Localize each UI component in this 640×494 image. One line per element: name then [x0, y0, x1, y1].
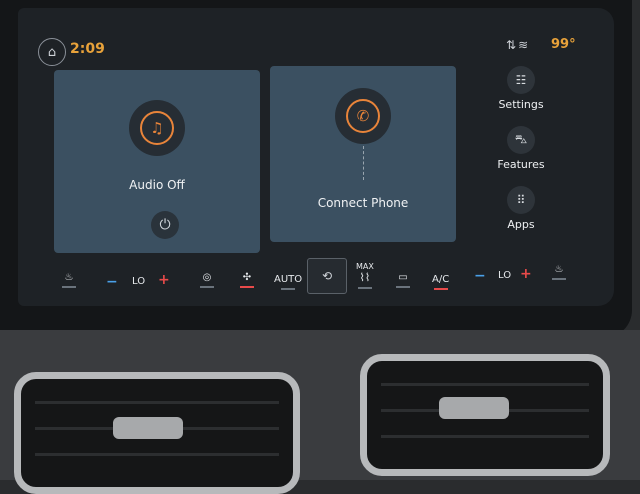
- driver-temp-down-button[interactable]: −: [106, 274, 118, 290]
- driver-temp-up-button[interactable]: +: [158, 272, 170, 288]
- audio-status-label: Audio Off: [129, 178, 185, 192]
- infotainment-screen: ⌂ 2:09 ⇅≋ 99° ♫ Audio Off ⏻ ✆ Connect Ph…: [18, 8, 614, 306]
- apps-label: Apps: [507, 218, 535, 231]
- auto-climate-button[interactable]: AUTO: [274, 274, 302, 290]
- audio-card[interactable]: ♫ Audio Off ⏻: [54, 70, 260, 253]
- car-icon: ⛍: [514, 132, 528, 146]
- power-icon: ⏻: [159, 217, 171, 233]
- phone-card[interactable]: ✆ Connect Phone: [270, 66, 456, 242]
- settings-button[interactable]: ☷ Settings: [481, 66, 561, 111]
- wifi-icon: ≋: [518, 38, 531, 52]
- defrost-icon: ⌇⌇: [359, 271, 371, 284]
- phone-icon: ✆: [356, 107, 370, 125]
- auto-label: AUTO: [274, 274, 303, 285]
- settings-label: Settings: [498, 98, 544, 111]
- connect-phone-label: Connect Phone: [317, 196, 409, 210]
- ac-button[interactable]: A/C: [432, 274, 449, 290]
- rear-defrost-button[interactable]: ▭: [396, 272, 410, 288]
- audio-source-button[interactable]: ♫: [129, 100, 185, 156]
- music-note-icon: ♫: [150, 119, 164, 137]
- sliders-icon: ☷: [515, 73, 527, 87]
- grid-icon: ⠿: [516, 193, 526, 207]
- driver-temp-display: LO: [132, 276, 146, 287]
- signal-icon: ⇅: [506, 38, 519, 52]
- status-icons: ⇅≋: [506, 38, 530, 52]
- climate-bar: ♨ − LO + ◎ ✣ AUTO ⟲ MAX ⌇⌇ ▭ A/C − LO + …: [18, 254, 614, 306]
- max-label: MAX: [356, 262, 374, 271]
- outside-temperature: 99°: [551, 37, 576, 52]
- max-defrost-button[interactable]: MAX ⌇⌇: [356, 262, 374, 289]
- recirculation-icon: ⟲: [321, 269, 333, 283]
- recirculation-button[interactable]: ⟲: [307, 258, 347, 294]
- apps-button[interactable]: ⠿ Apps: [481, 186, 561, 231]
- passenger-temp-up-button[interactable]: +: [520, 266, 532, 282]
- ac-label: A/C: [432, 274, 450, 285]
- phone-button[interactable]: ✆: [335, 88, 391, 144]
- seat-icon: ♨: [64, 272, 74, 283]
- steering-wheel-icon: ◎: [202, 272, 212, 283]
- connector-line: [363, 146, 364, 180]
- driver-seat-heat-button[interactable]: ♨: [62, 272, 76, 288]
- left-vent-knob: [113, 417, 183, 439]
- right-air-vent: [360, 354, 610, 476]
- passenger-temp-display: LO: [498, 270, 512, 281]
- home-button[interactable]: ⌂: [38, 38, 66, 66]
- passenger-temp-down-button[interactable]: −: [474, 268, 486, 284]
- fan-icon: ✣: [242, 272, 252, 283]
- seat-icon: ♨: [554, 264, 564, 275]
- left-air-vent: [14, 372, 300, 494]
- steering-heat-button[interactable]: ◎: [200, 272, 214, 288]
- clock: 2:09: [70, 41, 105, 57]
- fan-button[interactable]: ✣: [240, 272, 254, 288]
- right-vent-knob: [439, 397, 509, 419]
- features-label: Features: [497, 158, 545, 171]
- home-icon: ⌂: [47, 44, 57, 60]
- rear-defrost-icon: ▭: [398, 272, 408, 283]
- audio-power-button[interactable]: ⏻: [151, 211, 179, 239]
- features-button[interactable]: ⛍ Features: [481, 126, 561, 171]
- passenger-seat-heat-button[interactable]: ♨: [552, 264, 566, 280]
